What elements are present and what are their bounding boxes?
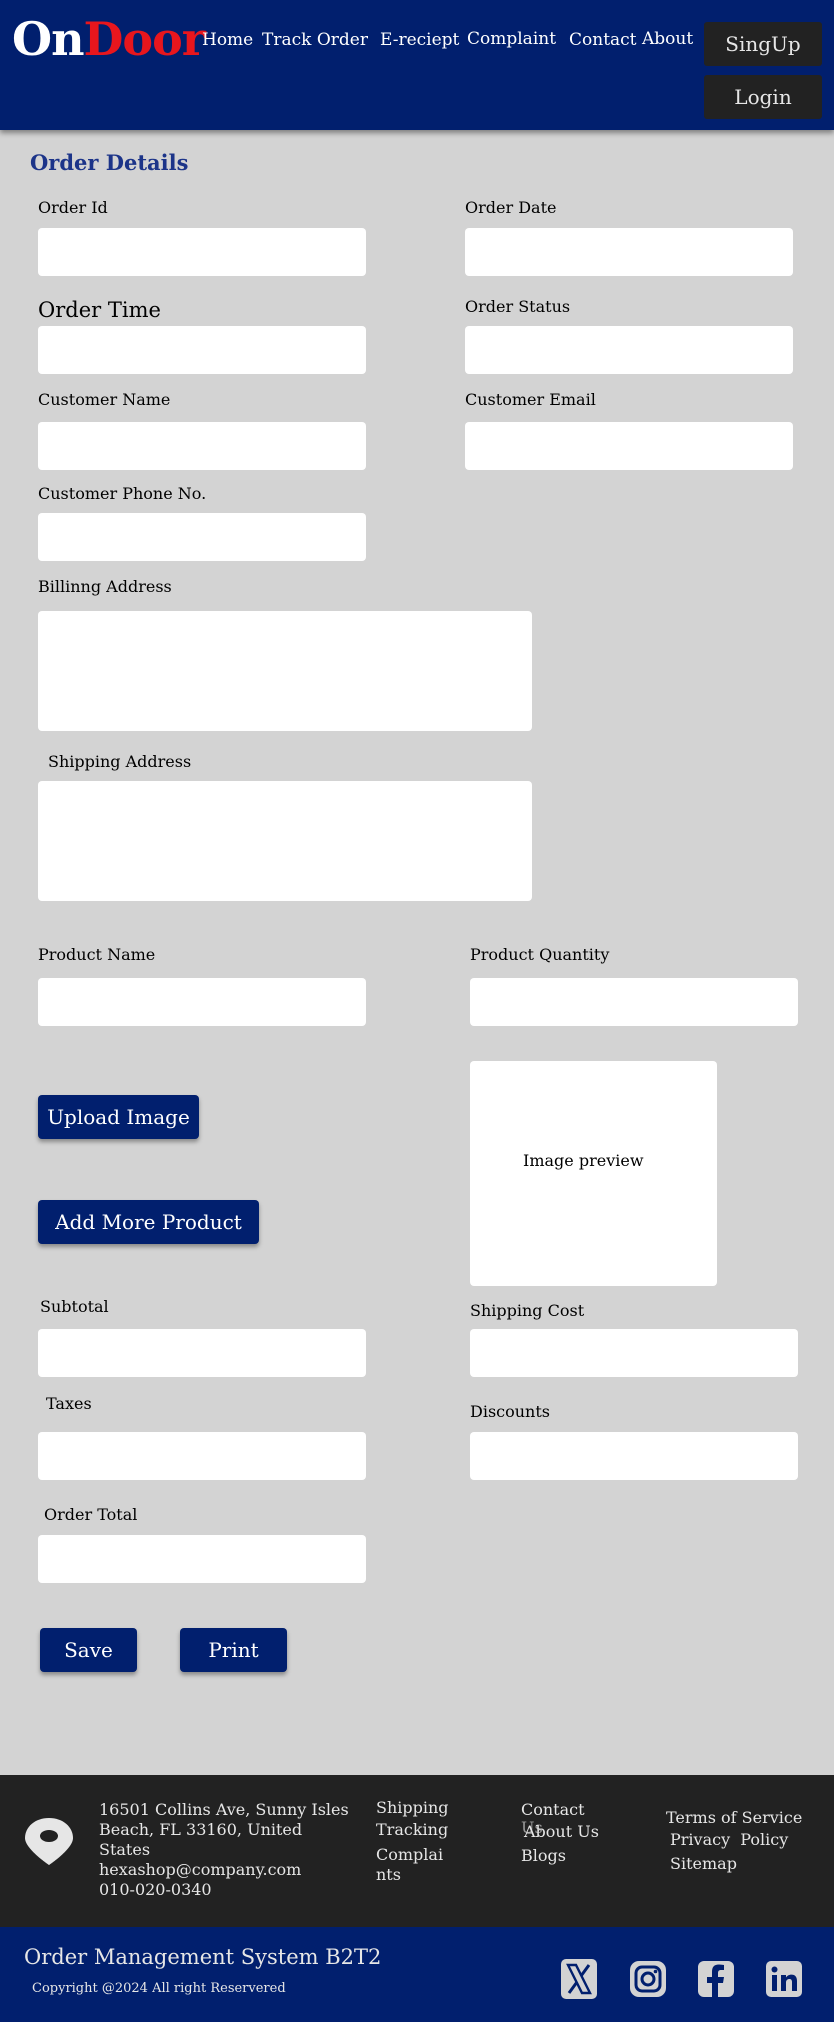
order-total-label: Order Total (44, 1505, 138, 1524)
footer-link-shipping[interactable]: Shipping (376, 1798, 449, 1818)
print-button[interactable]: Print (180, 1628, 287, 1672)
customer-phone-label: Customer Phone No. (38, 484, 207, 503)
taxes-input[interactable] (38, 1432, 366, 1480)
product-quantity-label: Product Quantity (470, 945, 610, 964)
logo-door: Door (83, 12, 206, 66)
x-twitter-icon[interactable] (561, 1959, 597, 1999)
nav-complaint[interactable]: Complaint (467, 29, 556, 49)
order-id-input[interactable] (38, 228, 366, 276)
upload-image-button[interactable]: Upload Image (38, 1095, 199, 1139)
product-quantity-input[interactable] (470, 978, 798, 1026)
nav-about[interactable]: About (642, 29, 693, 49)
product-name-input[interactable] (38, 978, 366, 1026)
login-button[interactable]: Login (704, 75, 822, 119)
order-total-input[interactable] (38, 1535, 366, 1583)
footer-link-complaints[interactable]: Complai nts (376, 1845, 443, 1885)
discounts-input[interactable] (470, 1432, 798, 1480)
customer-email-label: Customer Email (465, 390, 596, 409)
order-status-label: Order Status (465, 297, 571, 316)
signup-button[interactable]: SingUp (704, 22, 822, 66)
nav-home[interactable]: Home (202, 30, 253, 50)
order-time-input[interactable] (38, 326, 366, 374)
footer-link-complaints-line2: nts (376, 1865, 401, 1884)
order-status-input[interactable] (465, 326, 793, 374)
order-date-input[interactable] (465, 228, 793, 276)
image-preview-text: Image preview (523, 1151, 644, 1170)
customer-name-label: Customer Name (38, 390, 171, 409)
customer-name-input[interactable] (38, 422, 366, 470)
nav-track-order[interactable]: Track Order (262, 30, 368, 50)
subtotal-input[interactable] (38, 1329, 366, 1377)
save-button[interactable]: Save (40, 1628, 137, 1672)
nav-e-receipt[interactable]: E-reciept (380, 30, 459, 50)
order-date-label: Order Date (465, 198, 557, 217)
subtotal-label: Subtotal (40, 1297, 109, 1316)
bottom-bar: Order Management System B2T2 Copyright @… (0, 1927, 834, 2022)
linkedin-icon[interactable] (766, 1959, 802, 1999)
logo-on: On (12, 12, 85, 66)
add-more-product-button[interactable]: Add More Product (38, 1200, 259, 1244)
shipping-address-input[interactable] (38, 781, 532, 901)
location-pin-icon (25, 1818, 73, 1865)
copyright: Copyright @2024 All right Reservered (32, 1981, 286, 1996)
nav-contact[interactable]: Contact (569, 30, 637, 50)
footer-link-about-us[interactable]: About Us (524, 1822, 599, 1842)
footer-address-line1: 16501 Collins Ave, Sunny Isles (99, 1800, 349, 1819)
footer-phone: 010-020-0340 (99, 1880, 212, 1899)
customer-phone-input[interactable] (38, 513, 366, 561)
footer-link-terms[interactable]: Terms of Service (666, 1808, 802, 1828)
footer-address-line2: Beach, FL 33160, United (99, 1820, 303, 1839)
footer-link-complaints-line1: Complai (376, 1845, 444, 1864)
footer-link-blogs[interactable]: Blogs (521, 1846, 566, 1866)
product-name-label: Product Name (38, 945, 156, 964)
facebook-icon[interactable] (698, 1959, 734, 1999)
order-details-title: Order Details (30, 150, 189, 175)
footer-email: hexashop@company.com (99, 1860, 302, 1879)
customer-email-input[interactable] (465, 422, 793, 470)
top-header: OnDoor Home Track Order E-reciept Compla… (0, 0, 834, 130)
footer-link-privacy[interactable]: Privacy Policy (670, 1830, 788, 1850)
shipping-cost-label: Shipping Cost (470, 1301, 585, 1320)
system-name: Order Management System B2T2 (24, 1945, 382, 1969)
order-time-label: Order Time (38, 298, 161, 322)
footer-address-line3: States (99, 1840, 151, 1859)
taxes-label: Taxes (46, 1394, 92, 1413)
shipping-address-label: Shipping Address (48, 752, 192, 771)
footer: 16501 Collins Ave, Sunny Isles Beach, FL… (0, 1775, 834, 1927)
instagram-icon[interactable] (630, 1959, 666, 1999)
billing-address-label: Billinng Address (38, 577, 172, 596)
footer-link-tracking[interactable]: Tracking (376, 1820, 448, 1840)
shipping-cost-input[interactable] (470, 1329, 798, 1377)
footer-link-sitemap[interactable]: Sitemap (670, 1854, 737, 1874)
discounts-label: Discounts (470, 1402, 550, 1421)
order-id-label: Order Id (38, 198, 108, 217)
image-preview-box: Image preview (470, 1061, 717, 1286)
footer-link-contact[interactable]: Contact (521, 1800, 585, 1820)
billing-address-input[interactable] (38, 611, 532, 731)
logo[interactable]: OnDoor (12, 12, 206, 66)
